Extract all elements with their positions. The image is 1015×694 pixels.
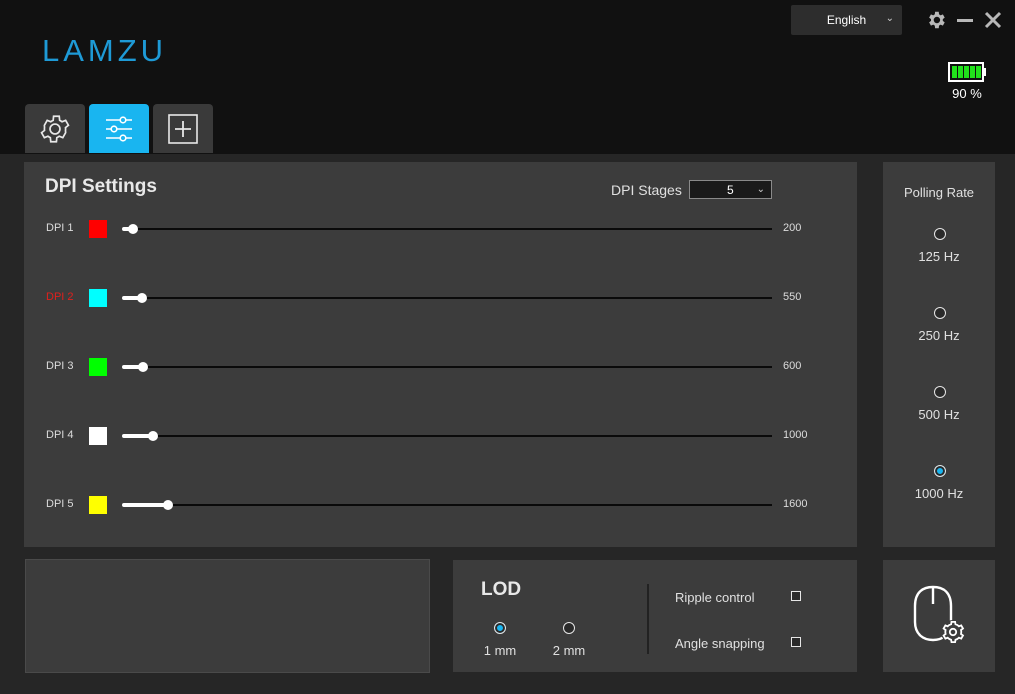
minimize-icon [957, 19, 973, 22]
polling-rate-title: Polling Rate [903, 185, 975, 200]
polling-rate-radio[interactable] [934, 307, 946, 319]
dpi-slider-handle[interactable] [162, 500, 173, 510]
battery-cell [952, 66, 957, 78]
lod-radio-2mm[interactable] [563, 622, 575, 634]
empty-panel [25, 559, 430, 673]
language-select[interactable]: English ⌄ [791, 5, 902, 35]
battery-cell [976, 66, 981, 78]
dpi-color-swatch[interactable] [89, 358, 107, 376]
dpi-stage-row: DPI 4 1000 [24, 426, 857, 446]
battery-cell [964, 66, 969, 78]
app-settings-button[interactable] [924, 8, 948, 32]
dpi-slider[interactable] [122, 431, 772, 441]
dpi-slider-handle[interactable] [136, 293, 147, 303]
lod-radio-1mm[interactable] [494, 622, 506, 634]
battery-indicator [948, 61, 988, 83]
polling-rate-option[interactable]: 1000 Hz [883, 465, 995, 505]
dpi-stages-label: DPI Stages [611, 182, 682, 198]
dpi-stages-value: 5 [727, 183, 734, 197]
dpi-color-swatch[interactable] [89, 220, 107, 238]
dpi-stage-row: DPI 1 200 [24, 219, 857, 239]
dpi-stage-label[interactable]: DPI 2 [46, 291, 74, 303]
dpi-stage-label[interactable]: DPI 1 [46, 222, 74, 234]
gear-icon [929, 11, 945, 29]
lod-panel: LOD 1 mm 2 mm Ripple control Angle snapp… [453, 560, 857, 672]
dpi-color-swatch[interactable] [89, 427, 107, 445]
brand-text: LAMZU [42, 33, 167, 66]
angle-snapping-label: Angle snapping [675, 636, 765, 651]
dpi-slider-handle[interactable] [127, 224, 138, 234]
battery-cell [970, 66, 975, 78]
dpi-settings-panel: DPI Settings DPI Stages 5 ⌄ DPI 1 200 DPI … [24, 162, 857, 547]
minimize-button[interactable] [953, 8, 977, 32]
dpi-stage-row: DPI 3 600 [24, 357, 857, 377]
gear-icon [40, 114, 70, 143]
angle-snapping-checkbox[interactable] [791, 637, 801, 647]
dpi-slider-handle[interactable] [137, 362, 148, 372]
dpi-slider[interactable] [122, 362, 772, 372]
tab-macro[interactable] [153, 104, 213, 153]
tab-performance[interactable] [89, 104, 149, 153]
ripple-control-label: Ripple control [675, 590, 755, 605]
dpi-stage-value: 550 [783, 291, 802, 303]
battery-icon [948, 62, 986, 82]
dpi-stages-select[interactable]: 5 ⌄ [689, 180, 772, 199]
dpi-slider[interactable] [122, 224, 772, 234]
dpi-settings-title: DPI Settings [45, 176, 157, 197]
polling-rate-label: 1000 Hz [914, 486, 964, 501]
close-button[interactable] [981, 8, 1005, 32]
polling-rate-panel: Polling Rate 125 Hz 250 Hz 500 Hz 1000 Hz [883, 162, 995, 547]
dpi-stage-label[interactable]: DPI 5 [46, 498, 74, 510]
chevron-down-icon: ⌄ [756, 184, 765, 195]
dpi-color-swatch[interactable] [89, 289, 107, 307]
dpi-stage-value: 1600 [783, 498, 808, 510]
language-value: English [826, 13, 867, 27]
dpi-stage-value: 200 [783, 222, 802, 234]
dpi-stage-row: DPI 5 1600 [24, 495, 857, 515]
dpi-slider[interactable] [122, 500, 772, 510]
lod-option-2mm[interactable]: 2 mm [544, 622, 594, 662]
ripple-control-checkbox[interactable] [791, 591, 801, 601]
angle-snapping-row[interactable]: Angle snapping [675, 634, 845, 654]
dpi-slider-handle[interactable] [147, 431, 158, 441]
mouse-settings-button[interactable] [883, 560, 995, 672]
ripple-control-row[interactable]: Ripple control [675, 588, 845, 608]
lod-title: LOD [481, 579, 522, 600]
dpi-color-swatch[interactable] [89, 496, 107, 514]
polling-rate-label: 500 Hz [918, 407, 960, 422]
dpi-stage-value: 1000 [783, 429, 808, 441]
dpi-slider-fill [122, 503, 168, 507]
plus-box-icon [168, 113, 198, 144]
dpi-stage-value: 600 [783, 360, 802, 372]
polling-rate-option[interactable]: 250 Hz [883, 307, 995, 347]
dpi-slider[interactable] [122, 293, 772, 303]
sliders-icon [106, 115, 132, 142]
lod-option-1mm[interactable]: 1 mm [475, 622, 525, 662]
chevron-down-icon: ⌄ [885, 13, 894, 24]
mouse-gear-icon [913, 585, 965, 644]
polling-rate-option[interactable]: 500 Hz [883, 386, 995, 426]
polling-rate-radio[interactable] [934, 228, 946, 240]
lamzu-logo: LAMZU [42, 32, 188, 68]
dpi-stage-label[interactable]: DPI 4 [46, 429, 74, 441]
dpi-stage-row: DPI 2 550 [24, 288, 857, 308]
lod-option-label: 1 mm [483, 643, 517, 658]
battery-percentage: 90 % [952, 86, 982, 101]
lod-option-label: 2 mm [552, 643, 586, 658]
polling-rate-radio[interactable] [934, 386, 946, 398]
polling-rate-radio[interactable] [934, 465, 946, 477]
polling-rate-option[interactable]: 125 Hz [883, 228, 995, 268]
close-icon [984, 11, 1002, 29]
battery-cell [958, 66, 963, 78]
polling-rate-label: 125 Hz [918, 249, 960, 264]
polling-rate-label: 250 Hz [918, 328, 960, 343]
lod-divider [647, 584, 649, 654]
dpi-stage-label[interactable]: DPI 3 [46, 360, 74, 372]
tab-general-settings[interactable] [25, 104, 85, 153]
